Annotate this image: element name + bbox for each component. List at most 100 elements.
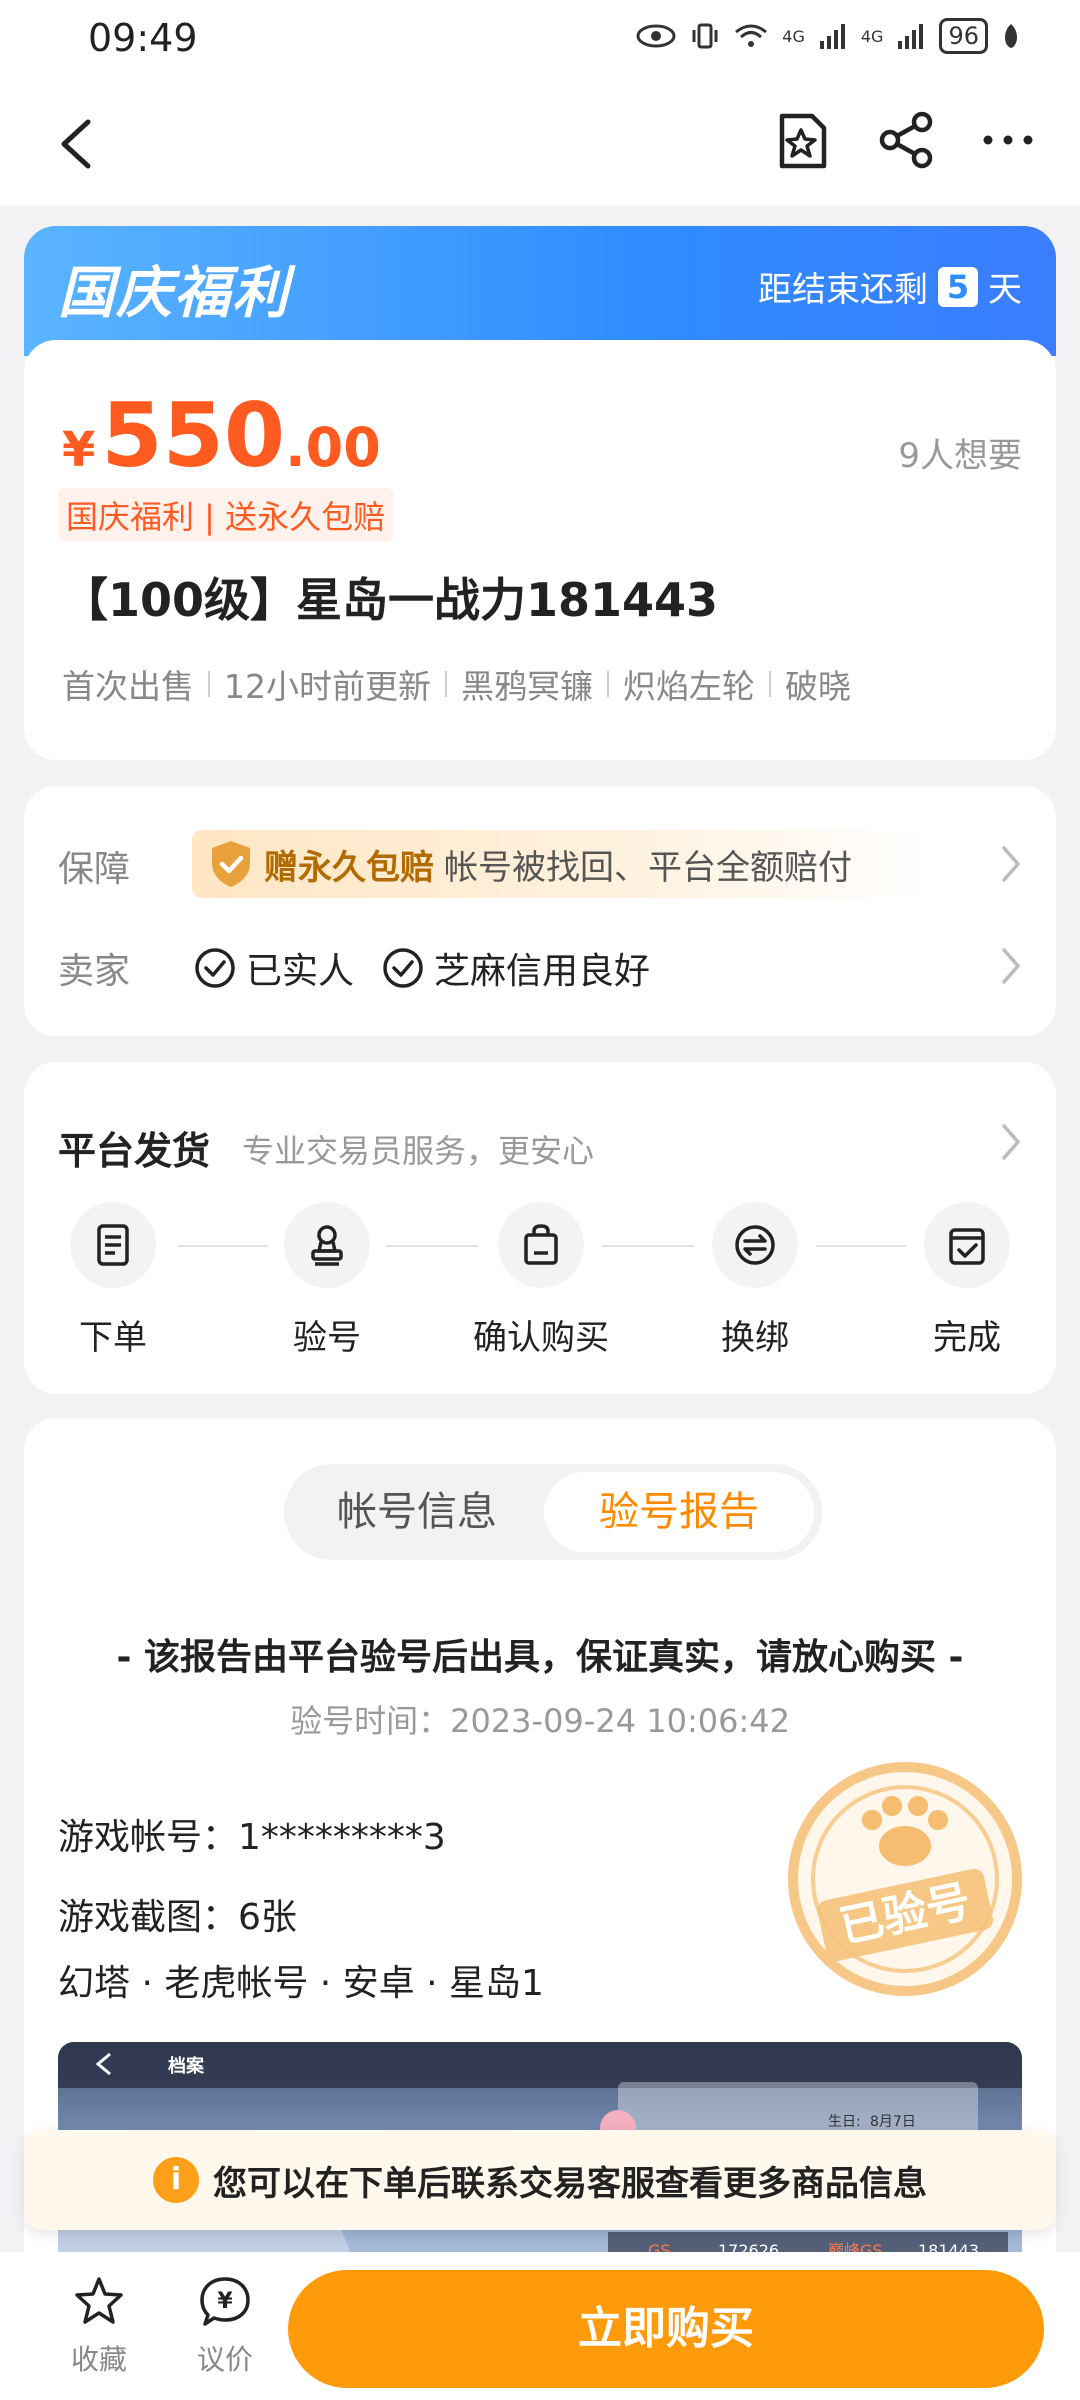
status-bar: 09:49 4G 4G 96 <box>0 0 1080 80</box>
account-line: 游戏帐号：1*********3 <box>58 1808 446 1860</box>
network-label-2: 4G <box>860 26 884 46</box>
account-meta: 幻塔 · 老虎帐号 · 安卓 · 星岛1 <box>58 1963 544 2004</box>
verified-stamp-icon: 已验号 <box>788 1762 1022 1996</box>
back-arrow-icon[interactable] <box>52 116 102 172</box>
seller-label: 卖家 <box>58 951 131 992</box>
hint-text: 您可以在下单后联系交易客服查看更多商品信息 <box>213 2163 927 2204</box>
product-tag: 炽焰左轮 <box>623 667 755 706</box>
report-time: 验号时间：2023-09-24 10:06:42 <box>24 1696 1056 1742</box>
check-circle-icon <box>195 948 235 988</box>
info-icon: i <box>153 2157 199 2203</box>
seller-credit-badge: 芝麻信用良好 <box>382 942 650 994</box>
promo-countdown: 距结束还剩 5 天 <box>758 262 1022 311</box>
swap-icon <box>735 1225 775 1265</box>
eye-icon <box>636 24 676 48</box>
wifi-icon <box>735 24 768 47</box>
price-integer: 550 <box>101 384 286 487</box>
favorite-button[interactable]: 收藏 <box>54 2274 144 2378</box>
buy-now-button[interactable]: 立即购买 <box>288 2270 1044 2388</box>
negotiate-button[interactable]: ¥ 议价 <box>180 2274 270 2378</box>
seller-verified-label: 已实人 <box>246 951 355 992</box>
price-decimal: .00 <box>285 416 381 479</box>
delivery-process-card[interactable]: 平台发货 专业交易员服务，更安心 下单 验号 确认购买 换绑 完成 <box>24 1062 1056 1394</box>
step-confirm: 确认购买 <box>466 1202 616 1359</box>
seller-verified-badge: 已实人 <box>194 942 354 994</box>
step-label: 验号 <box>293 1318 361 1358</box>
bag-icon <box>524 1224 558 1265</box>
chevron-right-icon[interactable] <box>1000 844 1022 884</box>
battery-indicator: 96 <box>939 18 988 54</box>
negotiate-label: 议价 <box>196 2343 253 2376</box>
report-headline: - 该报告由平台验号后出具，保证真实，请放心购买 - <box>116 1637 964 1678</box>
more-options-icon[interactable] <box>978 110 1038 170</box>
network-label-1: 4G <box>782 26 805 46</box>
signal-icon <box>898 24 924 49</box>
favorite-star-icon[interactable] <box>768 108 834 174</box>
check-circle-icon <box>383 948 423 988</box>
stamp-icon <box>311 1225 343 1266</box>
product-tag: 12小时前更新 <box>224 667 431 706</box>
delivery-title: 平台发货 <box>58 1129 211 1173</box>
tab-account-info[interactable]: 帐号信息 <box>292 1472 542 1552</box>
product-tag: 破晓 <box>785 667 851 706</box>
promo-title: 国庆福利 <box>58 261 290 326</box>
step-rebind: 换绑 <box>680 1202 830 1359</box>
step-label: 下单 <box>79 1318 147 1358</box>
step-verify: 验号 <box>252 1202 402 1359</box>
product-summary-card: ¥ 550 .00 9人想要 国庆福利 | 送永久包赔 【100级】星岛一战力1… <box>24 340 1056 760</box>
share-icon[interactable] <box>876 110 936 170</box>
price: ¥ 550 .00 <box>62 384 381 487</box>
screenshots-line: 游戏截图：6张 <box>58 1888 297 1940</box>
tab-verification-report[interactable]: 验号报告 <box>544 1472 814 1552</box>
report-time-value: 2023-09-24 10:06:42 <box>450 1702 790 1740</box>
step-complete: 完成 <box>892 1202 1042 1359</box>
step-order: 下单 <box>38 1202 188 1359</box>
account-value: 1*********3 <box>238 1817 446 1858</box>
guarantee-label: 保障 <box>58 849 131 890</box>
bottom-action-bar: 收藏 ¥ 议价 立即购买 <box>0 2252 1080 2400</box>
promo-banner: 国庆福利 距结束还剩 5 天 <box>24 226 1056 356</box>
guarantee-strong: 赠永久包赔 <box>264 847 434 888</box>
seller-credit-label: 芝麻信用良好 <box>434 951 651 992</box>
report-time-label: 验号时间： <box>290 1702 451 1740</box>
svg-text:8月7日: 8月7日 <box>870 2114 916 2130</box>
countdown-suffix: 天 <box>988 270 1022 310</box>
guarantee-card: 保障 赠永久包赔 帐号被找回、平台全额赔付 卖家 已实人 芝麻信用良好 <box>24 786 1056 1036</box>
chevron-right-icon[interactable] <box>1000 946 1022 986</box>
countdown-prefix: 距结束还剩 <box>758 270 928 310</box>
step-label: 确认购买 <box>473 1318 609 1358</box>
status-icons: 4G 4G 96 <box>636 18 1020 54</box>
guarantee-desc: 帐号被找回、平台全额赔付 <box>444 847 852 888</box>
product-tag: 黑鸦冥镰 <box>461 667 593 706</box>
shield-icon <box>212 841 250 887</box>
favorite-label: 收藏 <box>70 2343 127 2376</box>
product-title: 【100级】星岛一战力181443 <box>62 573 719 627</box>
product-tag: 首次出售 <box>62 667 194 706</box>
promo-tag: 国庆福利 | 送永久包赔 <box>58 488 394 542</box>
product-tags: 首次出售 12小时前更新 黑鸦冥镰 炽焰左轮 破晓 <box>62 660 851 708</box>
price-currency: ¥ <box>62 422 96 478</box>
signal-icon <box>819 24 845 49</box>
vibrate-icon <box>692 23 718 49</box>
nav-bar <box>0 80 1080 206</box>
delivery-subtitle: 专业交易员服务，更安心 <box>242 1132 595 1170</box>
price-chat-icon: ¥ <box>200 2277 250 2326</box>
leaf-icon <box>1004 24 1018 48</box>
status-time: 09:49 <box>88 16 198 60</box>
guarantee-row[interactable]: 赠永久包赔 帐号被找回、平台全额赔付 <box>192 830 932 898</box>
svg-text:¥: ¥ <box>217 2289 233 2314</box>
countdown-days: 5 <box>938 266 978 307</box>
account-label: 游戏帐号： <box>58 1817 239 1858</box>
info-hint-bar: i 您可以在下单后联系交易客服查看更多商品信息 <box>24 2130 1056 2230</box>
info-tabs: 帐号信息 验号报告 <box>284 1464 822 1560</box>
screenshots-value: 6张 <box>238 1897 297 1938</box>
check-box-icon <box>949 1228 985 1265</box>
screenshots-label: 游戏截图： <box>58 1897 239 1938</box>
wants-count: 9人想要 <box>898 436 1022 476</box>
seller-badges: 已实人 芝麻信用良好 <box>194 942 650 994</box>
svg-text:档案: 档案 <box>168 2055 205 2077</box>
chevron-right-icon[interactable] <box>1000 1122 1022 1162</box>
svg-text:生日:: 生日: <box>828 2114 861 2130</box>
document-icon <box>97 1224 129 1266</box>
star-icon <box>75 2277 123 2324</box>
